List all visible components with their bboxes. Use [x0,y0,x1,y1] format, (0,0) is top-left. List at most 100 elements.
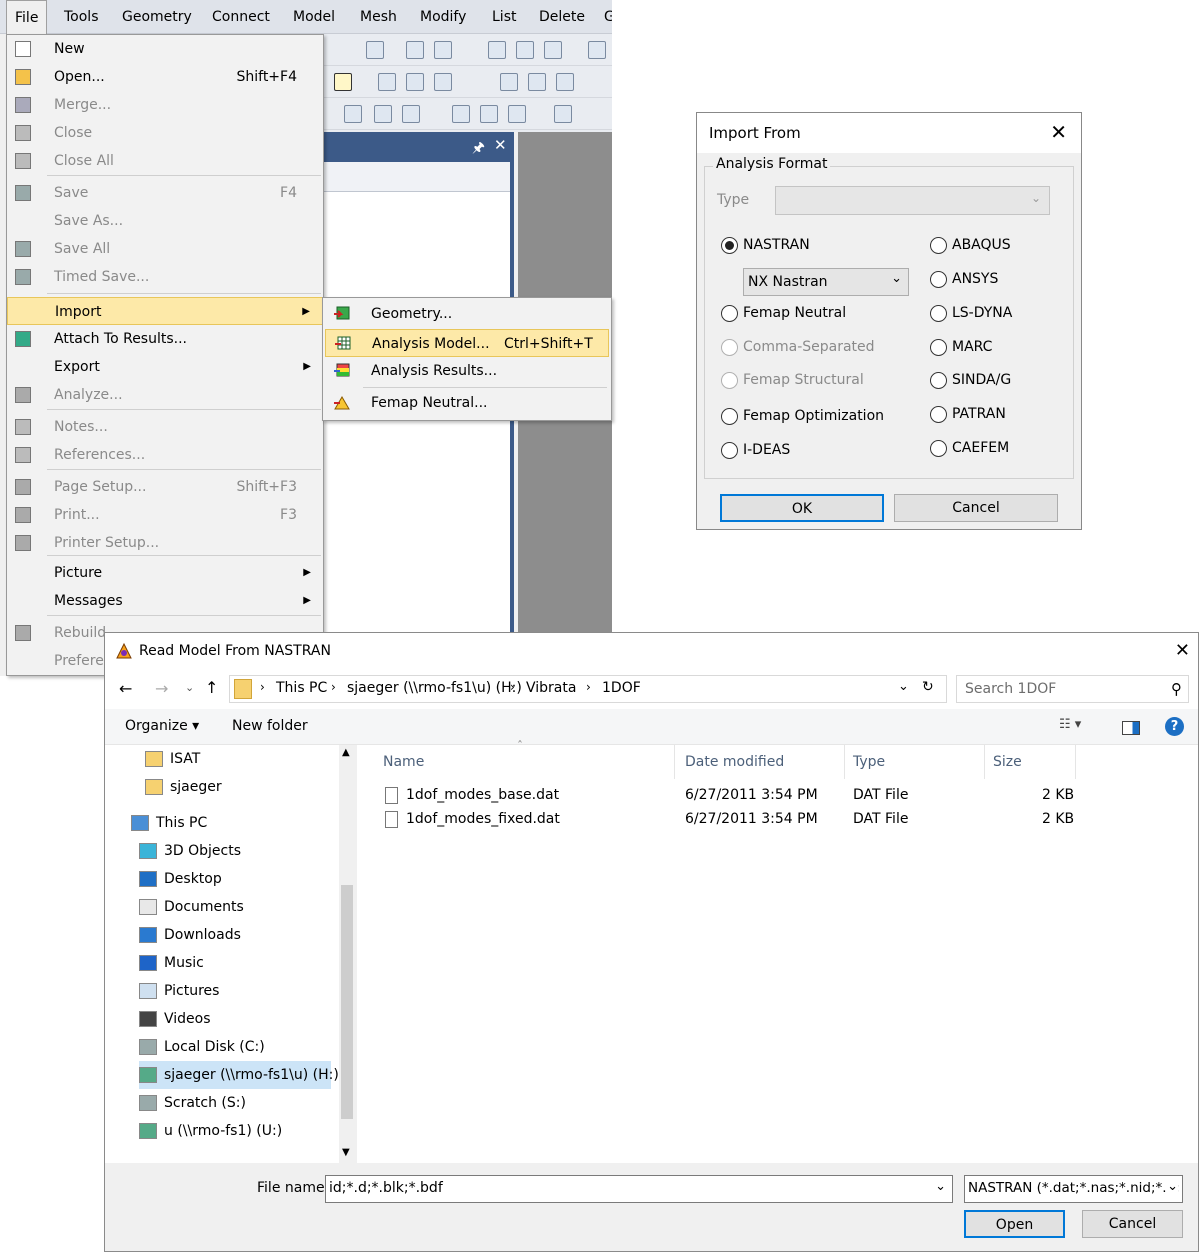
toolbar-icon[interactable] [516,41,534,59]
menu-file[interactable]: File [6,0,48,34]
nav-item[interactable]: Scratch (S:) [139,1089,325,1117]
menu-model[interactable]: Model [285,0,343,34]
view-options-icon[interactable]: ☷ ▾ [1059,717,1081,732]
menu-mesh[interactable]: Mesh [352,0,405,34]
toolbar-icon[interactable] [402,105,420,123]
menu-item-page-setup[interactable]: Page Setup... Shift+F3 [7,473,323,501]
breadcrumb-1dof[interactable]: 1DOF [602,680,641,696]
radio-sinda-g[interactable]: SINDA/G [930,370,1011,390]
nav-item[interactable]: u (\\rmo-fs1) (U:) [139,1117,325,1145]
menu-item-picture[interactable]: Picture ▶ [7,559,323,587]
toolbar-icon[interactable] [434,41,452,59]
scroll-up-icon[interactable]: ▲ [342,747,350,758]
column-header-size[interactable]: Size [985,745,1076,779]
forward-arrow-icon[interactable]: → [155,679,168,698]
column-header-name[interactable]: Name [375,745,675,779]
submenu-geometry[interactable]: Geometry... [325,300,609,328]
menu-item-import[interactable]: Import ▶ [7,297,323,325]
menu-modify[interactable]: Modify [412,0,474,34]
menu-item-timed-save[interactable]: Timed Save... [7,263,323,291]
file-name-input[interactable]: id;*.d;*.blk;*.bdf ⌄ [325,1175,953,1203]
nav-item[interactable]: Documents [139,893,325,921]
back-arrow-icon[interactable]: ← [119,679,132,698]
toolbar-icon[interactable] [508,105,526,123]
help-icon[interactable]: ? [1165,717,1184,736]
file-row[interactable]: 1dof_modes_fixed.dat 6/27/2011 3:54 PM D… [357,807,1198,831]
breadcrumb-vibrata[interactable]: Vibrata [526,680,576,696]
menu-item-messages[interactable]: Messages ▶ [7,587,323,615]
radio-i-deas[interactable]: I-DEAS [721,440,790,460]
toolbar-icon[interactable] [500,73,518,91]
preview-pane-icon[interactable] [1122,721,1140,735]
column-header-date[interactable]: Date modified [677,745,845,779]
toolbar-icon[interactable] [378,73,396,91]
toolbar-icon[interactable] [452,105,470,123]
nav-item[interactable]: sjaeger [145,773,325,801]
menu-geometry[interactable]: Geometry [114,0,200,34]
scroll-down-icon[interactable]: ▼ [342,1147,350,1158]
submenu-analysis-model[interactable]: Analysis Model... Ctrl+Shift+T [325,329,609,357]
menu-item-new[interactable]: New [7,35,323,63]
chevron-down-icon[interactable]: ⌄ [935,1179,946,1194]
ok-button[interactable]: OK [720,494,884,522]
toolbar-icon[interactable] [588,41,606,59]
close-icon[interactable]: ✕ [1175,640,1190,661]
nav-item[interactable]: This PC [131,809,325,837]
menu-item-notes[interactable]: Notes... [7,413,323,441]
nav-item[interactable]: Videos [139,1005,325,1033]
menu-list[interactable]: List [484,0,524,34]
menu-item-save-as[interactable]: Save As... [7,207,323,235]
pin-icon[interactable]: 🖈 [472,137,485,161]
toolbar-icon[interactable] [366,41,384,59]
numbering-icon[interactable] [434,73,452,91]
menu-tools[interactable]: Tools [56,0,107,34]
nav-item[interactable]: sjaeger (\\rmo-fs1\u) (H:) [139,1061,339,1089]
menu-more[interactable]: G [596,0,612,34]
close-icon[interactable]: ✕ [1050,120,1067,144]
menu-item-print[interactable]: Print... F3 [7,501,323,529]
radio-abaqus[interactable]: ABAQUS [930,235,1011,255]
menu-item-references[interactable]: References... [7,441,323,469]
edit-icon[interactable] [334,73,352,91]
nav-item[interactable]: Local Disk (C:) [139,1033,325,1061]
search-input[interactable]: Search 1DOF ⚲ [956,675,1189,703]
radio-femap-optimization[interactable]: Femap Optimization [721,406,884,426]
chevron-down-icon[interactable]: ⌄ [898,679,909,694]
menu-item-open[interactable]: Open... Shift+F4 [7,63,323,91]
menu-item-export[interactable]: Export ▶ [7,353,323,381]
nav-item[interactable]: Downloads [139,921,325,949]
radio-patran[interactable]: PATRAN [930,404,1006,424]
menu-item-close-all[interactable]: Close All [7,147,323,175]
close-icon[interactable]: ✕ [494,136,507,154]
recent-locations-icon[interactable]: ⌄ [185,681,194,694]
nav-item[interactable]: Desktop [139,865,325,893]
submenu-analysis-results[interactable]: Analysis Results... [325,357,609,385]
radio-nastran[interactable]: NASTRAN [721,235,810,255]
menu-connect[interactable]: Connect [204,0,278,34]
menu-item-attach-to-results[interactable]: Attach To Results... [7,325,323,353]
scrollbar[interactable]: ▲ ▼ [339,745,355,1163]
menu-item-close[interactable]: Close [7,119,323,147]
refresh-icon[interactable]: ↻ [922,679,934,695]
menu-item-analyze[interactable]: Analyze... [7,381,323,409]
toolbar-icon[interactable] [488,41,506,59]
radio-ls-dyna[interactable]: LS-DYNA [930,303,1012,323]
toolbar-icon[interactable] [480,105,498,123]
radio-caefem[interactable]: CAEFEM [930,438,1009,458]
nav-item[interactable]: ISAT [145,745,325,773]
toolbar-icon[interactable] [528,73,546,91]
cancel-button[interactable]: Cancel [894,494,1058,522]
type-dropdown[interactable]: ⌄ [775,186,1050,215]
organize-button[interactable]: Organize ▾ [125,718,199,734]
menu-item-merge[interactable]: Merge... [7,91,323,119]
menu-item-save-all[interactable]: Save All [7,235,323,263]
toolbar-icon[interactable] [344,105,362,123]
cancel-button[interactable]: Cancel [1082,1210,1183,1238]
nav-item[interactable]: Music [139,949,325,977]
nav-item[interactable]: 3D Objects [139,837,325,865]
file-type-filter[interactable]: NASTRAN (*.dat;*.nas;*.nid;*.d; ⌄ [964,1175,1183,1203]
menu-item-printer-setup[interactable]: Printer Setup... [7,529,323,557]
address-bar[interactable]: › This PC › sjaeger (\\rmo-fs1\u) (H:) ›… [229,675,947,703]
toolbar-icon[interactable] [556,73,574,91]
radio-comma-separated[interactable]: Comma-Separated [721,337,875,357]
